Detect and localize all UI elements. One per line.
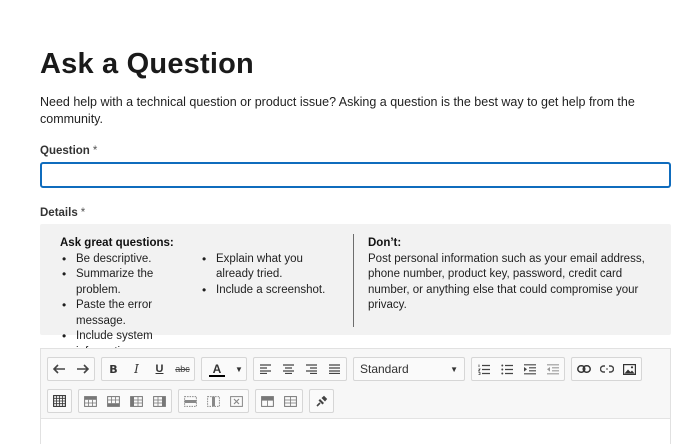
table-group: [47, 389, 72, 413]
list-item: Be descriptive.: [60, 252, 200, 268]
do-tips-list-1: Be descriptive. Summarize the problem. P…: [60, 252, 200, 361]
history-group: [47, 357, 95, 381]
text-style-group: B I U abc: [101, 357, 195, 381]
insert-column-left-icon[interactable]: [125, 390, 148, 412]
merge-cells-icon[interactable]: [256, 390, 279, 412]
delete-table-icon[interactable]: [225, 390, 248, 412]
cell-group: [255, 389, 303, 413]
delete-group: [178, 389, 249, 413]
do-tips-list-2: Explain what you already tried. Include …: [200, 252, 340, 361]
align-center-icon[interactable]: [277, 358, 300, 380]
font-color-group: A ▼: [201, 357, 247, 381]
list-group: [471, 357, 565, 381]
outdent-icon[interactable]: [541, 358, 564, 380]
font-color-icon[interactable]: A: [202, 358, 232, 380]
numbered-list-icon[interactable]: [472, 358, 495, 380]
paragraph-style-value: Standard: [360, 362, 409, 376]
delete-column-icon[interactable]: [202, 390, 225, 412]
do-tips-heading: Ask great questions:: [60, 237, 174, 249]
insert-row-above-icon[interactable]: [79, 390, 102, 412]
page-title: Ask a Question: [40, 48, 254, 80]
alignment-group: [253, 357, 347, 381]
bold-icon[interactable]: B: [102, 358, 125, 380]
image-icon[interactable]: [618, 358, 641, 380]
link-group: [571, 357, 642, 381]
dont-tips: Don’t: Post personal information such as…: [368, 236, 648, 314]
align-left-icon[interactable]: [254, 358, 277, 380]
paragraph-style-group: Standard ▼: [353, 357, 465, 381]
chevron-down-icon[interactable]: ▼: [232, 358, 246, 380]
dont-tips-heading: Don’t:: [368, 237, 402, 249]
required-marker: *: [80, 207, 86, 219]
list-item: Paste the error message.: [60, 298, 200, 329]
toolbar-row-1: B I U abc A ▼ Standard ▼: [47, 357, 648, 381]
unlink-icon[interactable]: [595, 358, 618, 380]
strikethrough-icon[interactable]: abc: [171, 358, 194, 380]
dont-tips-text: Post personal information such as your e…: [368, 252, 645, 312]
page-intro: Need help with a technical question or p…: [40, 95, 635, 126]
question-tips-panel: Ask great questions: Be descriptive. Sum…: [40, 224, 671, 358]
editor-toolbar: B I U abc A ▼ Standard ▼: [41, 349, 670, 419]
question-label: Question *: [40, 145, 97, 157]
font-color-letter: A: [212, 362, 222, 376]
do-tips: Ask great questions: Be descriptive. Sum…: [60, 236, 350, 360]
align-justify-icon[interactable]: [323, 358, 346, 380]
font-color-bar: [209, 375, 225, 377]
details-label-text: Details: [40, 207, 78, 219]
list-item: Summarize the problem.: [60, 267, 200, 298]
tips-divider: [353, 234, 354, 327]
insert-column-right-icon[interactable]: [148, 390, 171, 412]
question-input[interactable]: [40, 162, 671, 188]
link-icon[interactable]: [572, 358, 595, 380]
table-icon[interactable]: [48, 390, 71, 412]
split-cells-icon[interactable]: [279, 390, 302, 412]
toolbar-row-2: [47, 389, 340, 413]
question-label-text: Question: [40, 145, 90, 157]
bulleted-list-icon[interactable]: [495, 358, 518, 380]
details-label: Details *: [40, 207, 85, 219]
details-editor[interactable]: B I U abc A ▼ Standard ▼: [40, 348, 671, 444]
align-right-icon[interactable]: [300, 358, 323, 380]
required-marker: *: [92, 145, 98, 157]
clear-group: [309, 389, 334, 413]
list-item: Explain what you already tried.: [200, 252, 340, 283]
row-group: [78, 389, 172, 413]
underline-icon[interactable]: U: [148, 358, 171, 380]
chevron-down-icon: ▼: [450, 364, 458, 374]
indent-icon[interactable]: [518, 358, 541, 380]
italic-icon[interactable]: I: [125, 358, 148, 380]
paragraph-style-select[interactable]: Standard ▼: [354, 358, 464, 380]
insert-row-below-icon[interactable]: [102, 390, 125, 412]
list-item: Include a screenshot.: [200, 283, 340, 299]
undo-icon[interactable]: [48, 358, 71, 380]
delete-row-icon[interactable]: [179, 390, 202, 412]
redo-icon[interactable]: [71, 358, 94, 380]
clear-formatting-icon[interactable]: [310, 390, 333, 412]
